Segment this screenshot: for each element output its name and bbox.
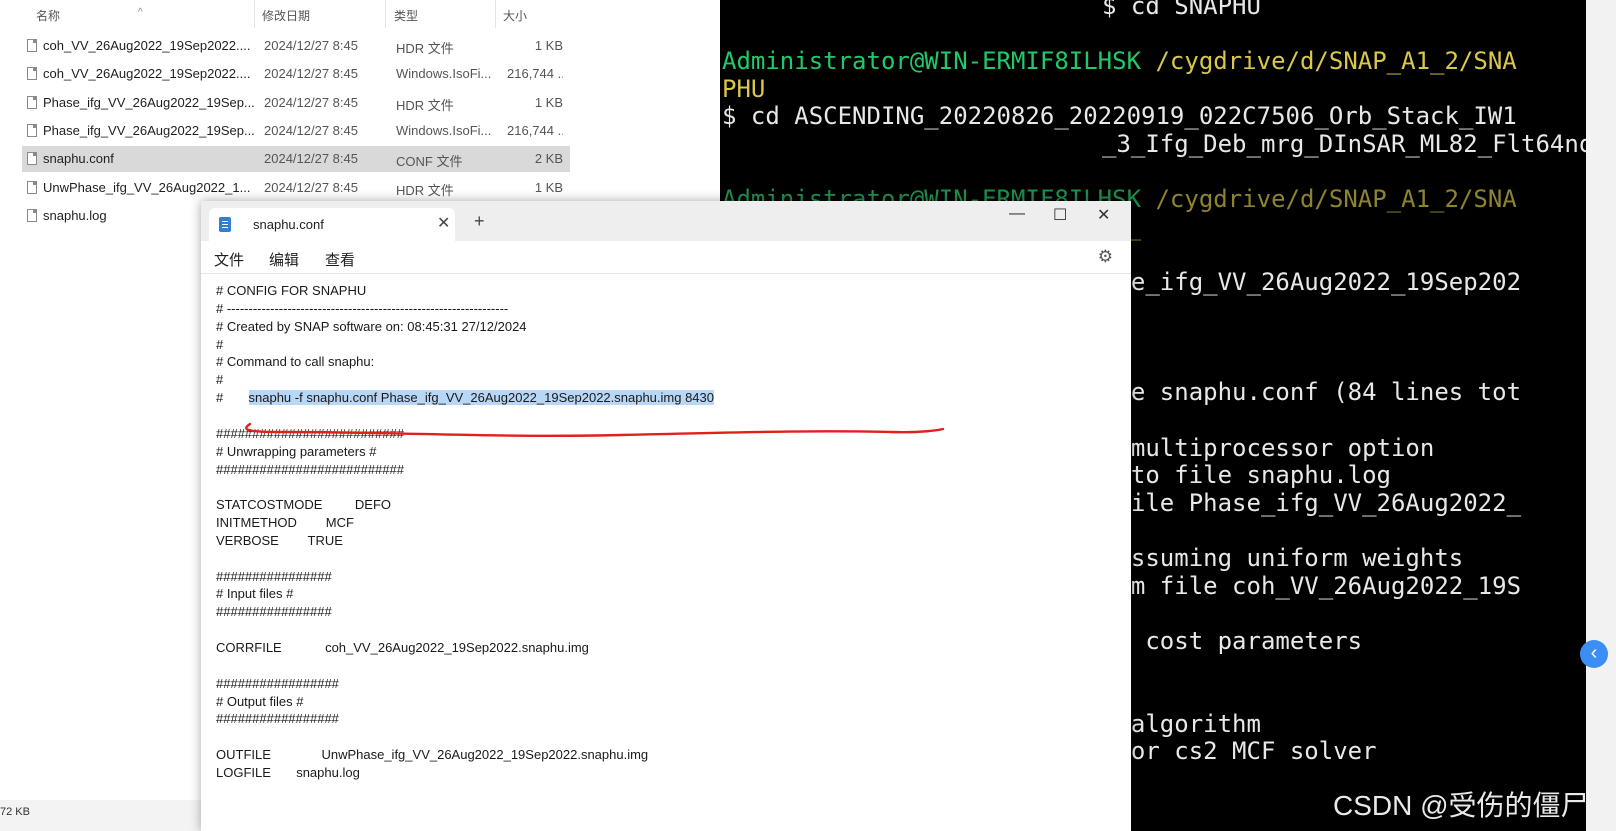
maximize-button[interactable]: ☐ [1053, 205, 1067, 225]
file-row[interactable]: snaphu.conf 2024/12/27 8:45 CONF 文件 2 KB [22, 146, 570, 173]
close-button[interactable]: ✕ [1097, 205, 1110, 225]
terminal-line: ile snaphu.conf (84 lines tot [1102, 378, 1522, 407]
red-underline-annotation [245, 422, 945, 438]
file-name: UnwPhase_ifg_VV_26Aug2022_1... [43, 179, 251, 195]
terminal-line: PHU [722, 74, 766, 103]
file-icon [27, 67, 37, 81]
tab-title: snaphu.conf [253, 217, 324, 232]
file-row[interactable]: Phase_ifg_VV_26Aug2022_19Sep... 2024/12/2… [22, 118, 570, 144]
file-icon [27, 39, 37, 52]
file-type: Windows.IsoFi... [396, 122, 492, 138]
notepad-icon [219, 217, 231, 232]
menu-file[interactable]: 文件 [214, 249, 244, 270]
terminal-line: ase_ifg_VV_26Aug2022_19Sep202 [1102, 268, 1522, 296]
notepad-menubar: 文件 编辑 查看 ⚙ [201, 241, 1131, 274]
terminal-line: Assuming uniform weights [1102, 544, 1464, 572]
file-row[interactable]: coh_VV_26Aug2022_19Sep2022.... 2024/12/27… [22, 33, 570, 59]
file-icon [27, 180, 37, 194]
column-date[interactable]: 修改日期 [262, 7, 310, 24]
file-date: 2024/12/27 8:45 [264, 94, 358, 110]
terminal-line: s to file snaphu.log [1102, 461, 1391, 490]
file-icon [27, 123, 37, 137]
file-type: Windows.IsoFi... [396, 66, 492, 82]
file-size: 1 KB [534, 94, 563, 110]
terminal-line: $ cd SNAPHU [1102, 0, 1261, 20]
file-name: coh_VV_26Aug2022_19Sep2022.... [43, 38, 251, 53]
file-icon [27, 152, 37, 166]
column-size[interactable]: 大小 [503, 7, 527, 24]
terminal-prompt-line: Administrator@WIN-ERMIF8ILHSK /cygdrive/… [722, 47, 1517, 76]
terminal-line: for cs2 MCF solver [1102, 737, 1377, 766]
notepad-titlebar[interactable]: snaphu.conf ✕ + — ☐ ✕ [201, 201, 1131, 241]
terminal-scrollbar[interactable] [1586, 0, 1616, 831]
file-icon [27, 208, 37, 222]
terminal-line: file Phase_ifg_VV_26Aug2022_ [1102, 488, 1522, 517]
tab-snaphu-conf[interactable]: snaphu.conf ✕ [209, 208, 455, 241]
menu-edit[interactable]: 编辑 [269, 249, 299, 270]
file-row[interactable]: Phase_ifg_VV_26Aug2022_19Sep... 2024/12/2… [22, 90, 570, 116]
collapse-panel-button[interactable]: ‹ [1580, 640, 1608, 668]
file-name: snaphu.conf [43, 151, 114, 167]
file-type: CONF 文件 [396, 154, 463, 170]
terminal-line: $ cd ASCENDING_20220826_20220919_022C750… [722, 102, 1517, 131]
file-type: HDR 文件 [396, 41, 454, 56]
file-size: 1 KB [534, 179, 563, 195]
settings-gear-icon[interactable]: ⚙ [1098, 247, 1113, 267]
file-size: 1 KB [534, 38, 563, 53]
file-name: coh_VV_26Aug2022_19Sep2022.... [43, 66, 251, 82]
file-type: HDR 文件 [396, 182, 454, 198]
file-icon [27, 95, 37, 109]
file-size: 216,744 ... [507, 66, 563, 82]
terminal-line: rom file coh_VV_26Aug2022_19S [1102, 571, 1522, 600]
file-name: Phase_ifg_VV_26Aug2022_19Sep... [43, 94, 255, 110]
file-size: 2 KB [534, 151, 563, 167]
terminal-line: de cost parameters [1102, 626, 1363, 655]
menu-view[interactable]: 查看 [325, 249, 355, 270]
new-tab-button[interactable]: + [474, 211, 485, 232]
watermark: CSDN @受伤的僵尸 [1333, 790, 1589, 821]
file-type: HDR 文件 [396, 97, 454, 113]
status-size: 72 KB [0, 806, 30, 818]
sort-caret-icon: ^ [138, 7, 143, 18]
terminal-line: g multiprocessor option [1102, 433, 1435, 462]
minimize-button[interactable]: — [1009, 205, 1025, 223]
file-date: 2024/12/27 8:45 [264, 66, 358, 82]
column-type[interactable]: 类型 [394, 7, 418, 24]
file-date: 2024/12/27 8:45 [264, 38, 358, 53]
file-size: 216,744 ... [507, 122, 563, 138]
file-date: 2024/12/27 8:45 [264, 122, 358, 138]
column-name[interactable]: 名称 [36, 7, 60, 24]
file-row[interactable]: UnwPhase_ifg_VV_26Aug2022_1... 2024/12/27… [22, 175, 570, 201]
terminal-line: _3_Ifg_Deb_mrg_DInSAR_ML82_Flt64nomask/ [1102, 130, 1586, 158]
text-editor[interactable]: # CONFIG FOR SNAPHU # -------------------… [201, 274, 1131, 831]
file-date: 2024/12/27 8:45 [264, 179, 358, 195]
notepad-window: snaphu.conf ✕ + — ☐ ✕ 文件 编辑 查看 ⚙ # CONFI… [201, 201, 1131, 831]
tab-close-icon[interactable]: ✕ [437, 213, 450, 233]
file-row[interactable]: coh_VV_26Aug2022_19Sep2022.... 2024/12/27… [22, 61, 570, 87]
file-date: 2024/12/27 8:45 [264, 151, 358, 167]
file-list-header: ^ 名称 修改日期 类型 大小 [0, 0, 575, 28]
file-name: Phase_ifg_VV_26Aug2022_19Sep... [43, 122, 255, 138]
